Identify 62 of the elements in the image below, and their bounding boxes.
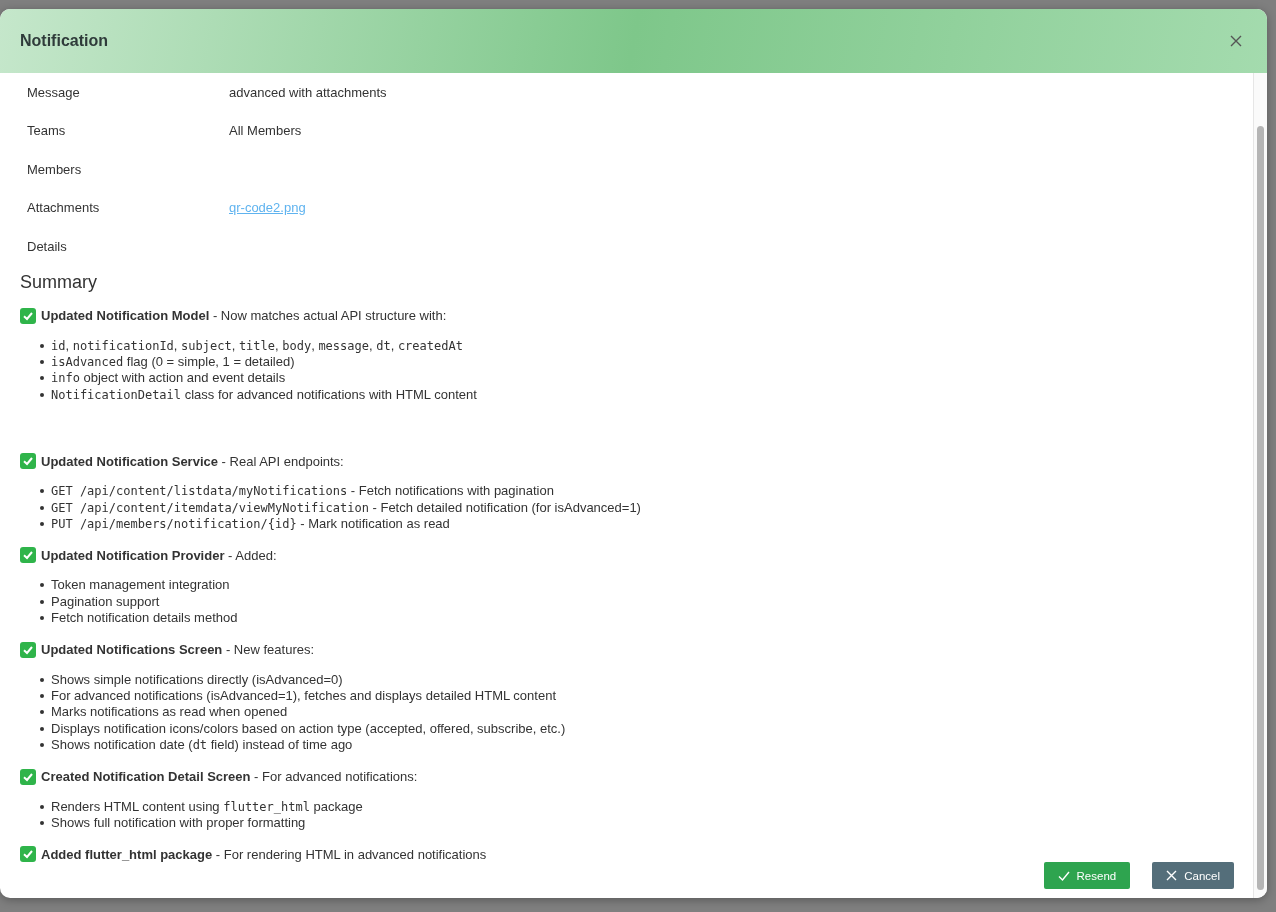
check-icon [20,768,36,785]
section-heading: Created Notification Detail Screen - For advanced notifications: [41,769,418,785]
list-item: id, notificationId, subject, title, body, message, dt, createdAt [51,337,463,354]
list-item: isAdvanced flag (0 = simple, 1 = detailed) [51,353,295,371]
check-icon [20,307,36,324]
check-icon [20,641,36,658]
field-label: Teams [27,123,67,139]
list-item: Shows notification date (dt field) instead of time ago [51,737,353,754]
dialog-title: Notification [20,32,108,50]
list-item: Fetch notification details method [51,610,238,627]
bullet-icon [40,710,44,715]
bullet-icon [40,505,44,510]
bullet-icon [40,821,44,825]
attachment-link[interactable]: qr-code2.png [229,200,306,216]
list-item: Displays notification icons/colors based on action type (accepted, offered, subscribe, etc.) [51,720,566,738]
list-item: Pagination support [51,593,160,611]
bullet-icon [40,392,44,397]
bullet-icon [40,583,44,588]
bullet-icon [40,343,44,348]
field-label: Message [27,84,81,100]
summary-heading: Summary [20,270,98,293]
bullet-icon [40,376,44,381]
cancel-button[interactable]: Cancel [1152,862,1234,889]
section-heading: Updated Notifications Screen - New features: [41,642,315,658]
section-heading: Updated Notification Provider - Added: [41,547,277,563]
list-item: Shows simple notifications directly (isAdvanced=0) [51,671,343,688]
bullet-icon [40,743,44,748]
section-heading: Updated Notification Service - Real API endpoints: [41,453,344,469]
list-item: GET /api/content/listdata/myNotifications - Fetch notifications with pagination [51,483,554,500]
bullet-icon [40,521,44,526]
check-icon [20,453,36,470]
section-heading: Added flutter_html package - For rendering HTML in advanced notifications [41,846,487,862]
list-item: For advanced notifications (isAdvanced=1), fetches and displays detailed HTML content [51,687,556,705]
field-label: Members [27,161,83,177]
list-item: Token management integration [51,577,230,594]
check-icon [20,846,36,863]
list-item: NotificationDetail class for advanced notifications with HTML content [51,386,477,404]
check-icon [1057,869,1070,882]
close-icon [1166,870,1178,881]
scrollbar[interactable] [1253,73,1267,898]
list-item: info object with action and event details [51,370,286,387]
check-icon [20,547,36,564]
bullet-icon [40,693,44,698]
bullet-icon [40,726,44,731]
list-item: Renders HTML content using flutter_html package [51,798,363,815]
field-value: All Members [229,123,302,139]
field-value: advanced with attachments [229,84,387,100]
bullet-icon [40,599,44,604]
section-heading: Updated Notification Model - Now matches actual API structure with: [41,308,447,323]
list-item: PUT /api/members/notification/{id} - Mark notification as read [51,515,450,533]
list-item: Shows full notification with proper formatting [51,815,306,832]
bullet-icon [40,616,44,621]
bullet-icon [40,489,44,494]
field-label: Attachments [27,200,101,216]
list-item: GET /api/content/itemdata/viewMyNotification - Fetch detailed notification (for isAdvanced=1) [51,499,641,516]
bullet-icon [40,359,44,364]
resend-button[interactable]: Resend [1043,862,1131,889]
scrollbar-thumb[interactable] [1257,126,1264,890]
field-label: Details [27,238,68,254]
bullet-icon [40,804,44,809]
bullet-icon [40,677,44,682]
list-item: Marks notifications as read when opened [51,704,288,721]
